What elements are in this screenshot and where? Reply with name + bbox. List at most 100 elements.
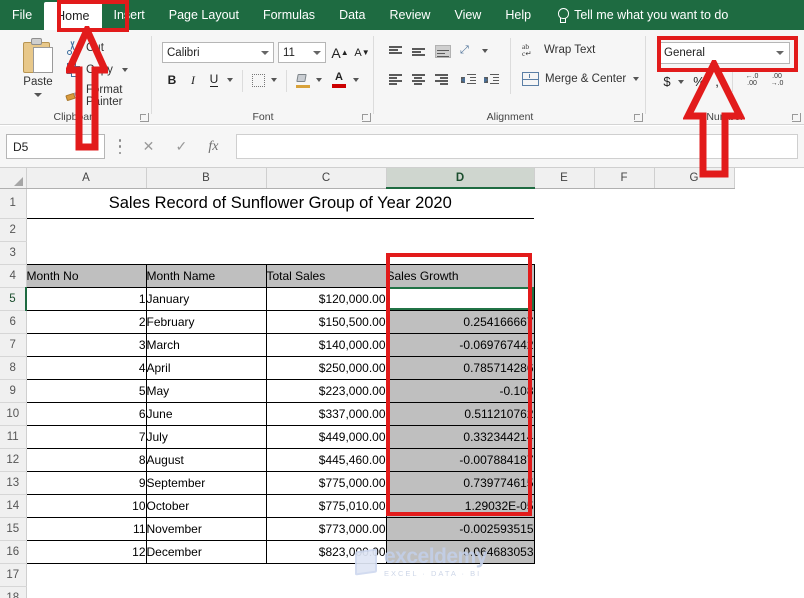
cell-a5[interactable]: 1 <box>25 286 147 311</box>
formula-bar-grip[interactable] <box>118 139 122 154</box>
cell-f16[interactable] <box>594 540 654 563</box>
cell-g5[interactable] <box>654 287 734 310</box>
tab-data[interactable]: Data <box>327 0 377 30</box>
cell-g6[interactable] <box>654 310 734 333</box>
increase-decimal-button[interactable]: ←.0.00 <box>741 72 763 90</box>
font-name-chevron-down-icon[interactable] <box>261 50 269 55</box>
cell-f18[interactable] <box>594 586 654 598</box>
cell-c6[interactable]: $150,500.00 <box>265 309 387 334</box>
cell-c14[interactable]: $775,010.00 <box>265 493 387 518</box>
decrease-decimal-button[interactable]: .00 →.0 <box>766 72 788 90</box>
row-header-3[interactable]: 3 <box>0 241 27 265</box>
cell-f11[interactable] <box>594 425 654 448</box>
cell-e6[interactable] <box>534 310 594 333</box>
align-right-button[interactable] <box>432 70 452 89</box>
merge-center-chevron-down-icon[interactable] <box>633 77 640 81</box>
cell-b12[interactable]: August <box>145 447 267 472</box>
font-name-input[interactable]: Calibri <box>162 42 274 63</box>
tell-me-box[interactable]: Tell me what you want to do <box>543 0 740 30</box>
cell-c5[interactable]: $120,000.00 <box>265 286 387 311</box>
row-header-16[interactable]: 16 <box>0 540 27 564</box>
cell-a9[interactable]: 5 <box>25 378 147 403</box>
cell-f2[interactable] <box>594 218 654 241</box>
cell-d8[interactable]: 0.785714286 <box>385 355 535 380</box>
cell-e11[interactable] <box>534 425 594 448</box>
cell-f13[interactable] <box>594 471 654 494</box>
cell-c9[interactable]: $223,000.00 <box>265 378 387 403</box>
cell-e9[interactable] <box>534 379 594 402</box>
cell-e16[interactable] <box>534 540 594 563</box>
cell-a12[interactable]: 8 <box>25 447 147 472</box>
number-dialog-launcher-icon[interactable] <box>792 113 801 122</box>
wrap-text-button[interactable]: ab c↵ Wrap Text <box>522 42 595 58</box>
font-size-input[interactable]: 11 <box>278 42 326 63</box>
number-format-chevron-down-icon[interactable] <box>776 51 784 55</box>
comma-format-button[interactable]: , <box>710 72 724 90</box>
cell-c11[interactable]: $449,000.00 <box>265 424 387 449</box>
name-box[interactable]: D5 <box>6 134 105 159</box>
cell-c2[interactable] <box>266 218 386 241</box>
underline-button[interactable]: U <box>205 70 223 90</box>
align-left-button[interactable] <box>386 70 406 89</box>
tab-file[interactable]: File <box>0 0 44 30</box>
cell-a10[interactable]: 6 <box>25 401 147 426</box>
cell-a11[interactable]: 7 <box>25 424 147 449</box>
accounting-format-button[interactable]: $ <box>660 72 674 90</box>
header-month-no[interactable]: Month No <box>25 263 147 288</box>
cell-d10[interactable]: 0.511210762 <box>385 401 535 426</box>
cell-a6[interactable]: 2 <box>25 309 147 334</box>
cell-b13[interactable]: September <box>145 470 267 495</box>
sheet-title[interactable]: Sales Record of Sunflower Group of Year … <box>26 188 534 219</box>
shrink-font-button[interactable]: A ▼ <box>352 42 372 63</box>
cell-g10[interactable] <box>654 402 734 425</box>
merge-center-button[interactable]: Merge & Center <box>522 72 640 86</box>
cell-e13[interactable] <box>534 471 594 494</box>
cell-b9[interactable]: May <box>145 378 267 403</box>
cell-a2[interactable] <box>26 218 146 241</box>
alignment-dialog-launcher-icon[interactable] <box>634 113 643 122</box>
cell-d3[interactable] <box>386 241 534 264</box>
cell-g12[interactable] <box>654 448 734 471</box>
column-header-g[interactable]: G <box>654 168 735 189</box>
row-header-17[interactable]: 17 <box>0 563 27 587</box>
cell-e2[interactable] <box>534 218 594 241</box>
cell-b14[interactable]: October <box>145 493 267 518</box>
cell-a16[interactable]: 12 <box>25 539 147 564</box>
copy-button[interactable]: Copy <box>66 62 128 77</box>
tab-view[interactable]: View <box>442 0 493 30</box>
cell-b7[interactable]: March <box>145 332 267 357</box>
cell-g1[interactable] <box>654 188 734 218</box>
cell-f8[interactable] <box>594 356 654 379</box>
cell-a17[interactable] <box>26 563 146 586</box>
cell-e4[interactable] <box>534 264 594 287</box>
row-header-9[interactable]: 9 <box>0 379 27 403</box>
cell-b2[interactable] <box>146 218 266 241</box>
cell-d14[interactable]: 1.29032E-05 <box>385 493 535 518</box>
cell-d13[interactable]: 0.739774615 <box>385 470 535 495</box>
tab-page-layout[interactable]: Page Layout <box>157 0 251 30</box>
cell-g14[interactable] <box>654 494 734 517</box>
cell-g3[interactable] <box>654 241 734 264</box>
cell-f3[interactable] <box>594 241 654 264</box>
cell-g2[interactable] <box>654 218 734 241</box>
cell-d7[interactable]: -0.069767442 <box>385 332 535 357</box>
cell-b10[interactable]: June <box>145 401 267 426</box>
cell-a14[interactable]: 10 <box>25 493 147 518</box>
check-icon[interactable]: ✓ <box>175 138 187 155</box>
cell-e10[interactable] <box>534 402 594 425</box>
cell-f10[interactable] <box>594 402 654 425</box>
align-middle-button[interactable] <box>409 42 429 61</box>
row-header-2[interactable]: 2 <box>0 218 27 242</box>
cell-b18[interactable] <box>146 586 266 598</box>
format-painter-button[interactable]: Format Painter <box>65 84 152 108</box>
cell-f7[interactable] <box>594 333 654 356</box>
row-header-18[interactable]: 18 <box>0 586 27 598</box>
cell-a3[interactable] <box>26 241 146 264</box>
cell-b17[interactable] <box>146 563 266 586</box>
cell-c12[interactable]: $445,460.00 <box>265 447 387 472</box>
cell-e3[interactable] <box>534 241 594 264</box>
tab-help[interactable]: Help <box>493 0 543 30</box>
cell-d15[interactable]: -0.002593515 <box>385 516 535 541</box>
cell-b11[interactable]: July <box>145 424 267 449</box>
formula-input[interactable] <box>236 134 798 159</box>
